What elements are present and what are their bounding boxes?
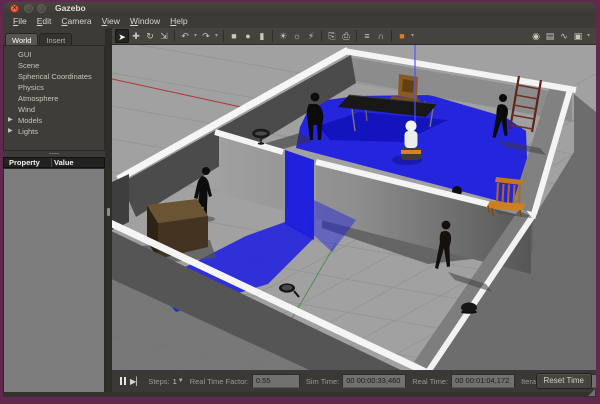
- menu-help[interactable]: Help: [170, 15, 187, 28]
- menu-view[interactable]: View: [102, 15, 120, 28]
- toolbar-separator: [356, 30, 357, 42]
- sim-time-label: Sim Time:: [306, 377, 339, 386]
- paste-button[interactable]: ⎙: [339, 29, 353, 43]
- render-toolbar: ➤✚↻⇲↶▾↷▾■●▮☀☼⚡⎘⎙≡∩■▾◉▤∿▣▾: [112, 28, 596, 45]
- toolbar-separator: [272, 30, 273, 42]
- 3d-viewport[interactable]: [112, 45, 596, 370]
- property-column-header: Property: [9, 158, 40, 167]
- tree-item-spherical-coordinates[interactable]: Spherical Coordinates: [4, 71, 104, 82]
- real-time-factor-label: Real Time Factor:: [190, 377, 249, 386]
- real-time-value: 00 00:01:04,172: [451, 374, 515, 388]
- redo-history-dropdown[interactable]: ▾: [213, 29, 220, 43]
- point-light-button[interactable]: ☀: [276, 29, 290, 43]
- expand-arrow-icon[interactable]: ▶: [8, 126, 13, 137]
- tree-item-models[interactable]: ▶Models: [4, 115, 104, 126]
- copy-button[interactable]: ⎘: [325, 29, 339, 43]
- splitter-handle-icon: [107, 208, 110, 216]
- align-button[interactable]: ≡: [360, 29, 374, 43]
- tree-item-scene[interactable]: Scene: [4, 60, 104, 71]
- vertical-splitter[interactable]: [105, 28, 112, 397]
- property-table-header: Property Value: [3, 157, 105, 168]
- real-time-factor-value: 0.55: [252, 374, 300, 388]
- toolbar-separator: [174, 30, 175, 42]
- directional-light-button[interactable]: ⚡: [304, 29, 318, 43]
- column-divider[interactable]: [51, 158, 52, 167]
- insert-cylinder-button[interactable]: ▮: [255, 29, 269, 43]
- select-tool[interactable]: ➤: [115, 29, 129, 43]
- steps-label: Steps:: [148, 377, 169, 386]
- undo-button[interactable]: ↶: [178, 29, 192, 43]
- world-tree: GUISceneSpherical CoordinatesPhysicsAtmo…: [3, 45, 105, 151]
- tree-item-physics[interactable]: Physics: [4, 82, 104, 93]
- pause-button[interactable]: [120, 377, 126, 385]
- value-column-header: Value: [54, 158, 74, 167]
- tree-item-wind[interactable]: Wind: [4, 104, 104, 115]
- toolbar-separator: [321, 30, 322, 42]
- undo-history-dropdown[interactable]: ▾: [192, 29, 199, 43]
- sim-time-value: 00 00:00:33,460: [342, 374, 406, 388]
- rotate-tool[interactable]: ↻: [143, 29, 157, 43]
- spot-light-button[interactable]: ☼: [290, 29, 304, 43]
- insert-sphere-button[interactable]: ●: [241, 29, 255, 43]
- menu-bar: File Edit Camera View Window Help: [3, 15, 596, 28]
- close-button[interactable]: ✕: [10, 4, 19, 13]
- dome-object[interactable]: [461, 303, 477, 314]
- tree-item-lights[interactable]: ▶Lights: [4, 126, 104, 137]
- insert-box-button[interactable]: ■: [227, 29, 241, 43]
- tree-item-gui[interactable]: GUI: [4, 49, 104, 60]
- maximize-button[interactable]: [37, 4, 46, 13]
- menu-file[interactable]: File: [13, 15, 27, 28]
- menu-window[interactable]: Window: [130, 15, 160, 28]
- screenshot-icon[interactable]: ◉: [529, 29, 543, 43]
- snap-button[interactable]: ∩: [374, 29, 388, 43]
- panel-tab-bar: WorldInsertLayers: [5, 30, 105, 44]
- window-bottom-margin: [3, 392, 596, 397]
- minimize-button[interactable]: [24, 4, 33, 13]
- real-time-label: Real Time:: [412, 377, 448, 386]
- gazebo-window: ✕ Gazebo File Edit Camera View Window Help Wo…: [3, 2, 596, 397]
- titlebar[interactable]: ✕ Gazebo: [3, 2, 596, 16]
- translate-tool[interactable]: ✚: [129, 29, 143, 43]
- resize-grip[interactable]: [588, 389, 595, 396]
- menu-edit[interactable]: Edit: [37, 15, 52, 28]
- tree-item-atmosphere[interactable]: Atmosphere: [4, 93, 104, 104]
- steps-value[interactable]: 1: [173, 377, 177, 386]
- view-angle-dropdown[interactable]: ▾: [409, 29, 416, 43]
- video-record-dropdown[interactable]: ▾: [585, 29, 592, 43]
- scale-tool[interactable]: ⇲: [157, 29, 171, 43]
- window-title: Gazebo: [55, 3, 86, 13]
- toolbar-separator: [223, 30, 224, 42]
- property-table-body[interactable]: [3, 168, 105, 394]
- menu-camera[interactable]: Camera: [61, 15, 91, 28]
- view-angle-button[interactable]: ■: [395, 29, 409, 43]
- status-bar: ▶▏ Steps: 1 ▼ Real Time Factor:0.55Sim T…: [112, 370, 596, 392]
- log-record-icon[interactable]: ▤: [543, 29, 557, 43]
- expand-arrow-icon[interactable]: ▶: [8, 115, 13, 126]
- video-record-icon[interactable]: ▣: [571, 29, 585, 43]
- toolbar-separator: [391, 30, 392, 42]
- step-button[interactable]: ▶▏: [130, 377, 142, 386]
- redo-button[interactable]: ↷: [199, 29, 213, 43]
- left-panel: WorldInsertLayers GUISceneSpherical Coor…: [3, 28, 105, 397]
- plot-icon[interactable]: ∿: [557, 29, 571, 43]
- reset-time-button[interactable]: Reset Time: [536, 373, 592, 389]
